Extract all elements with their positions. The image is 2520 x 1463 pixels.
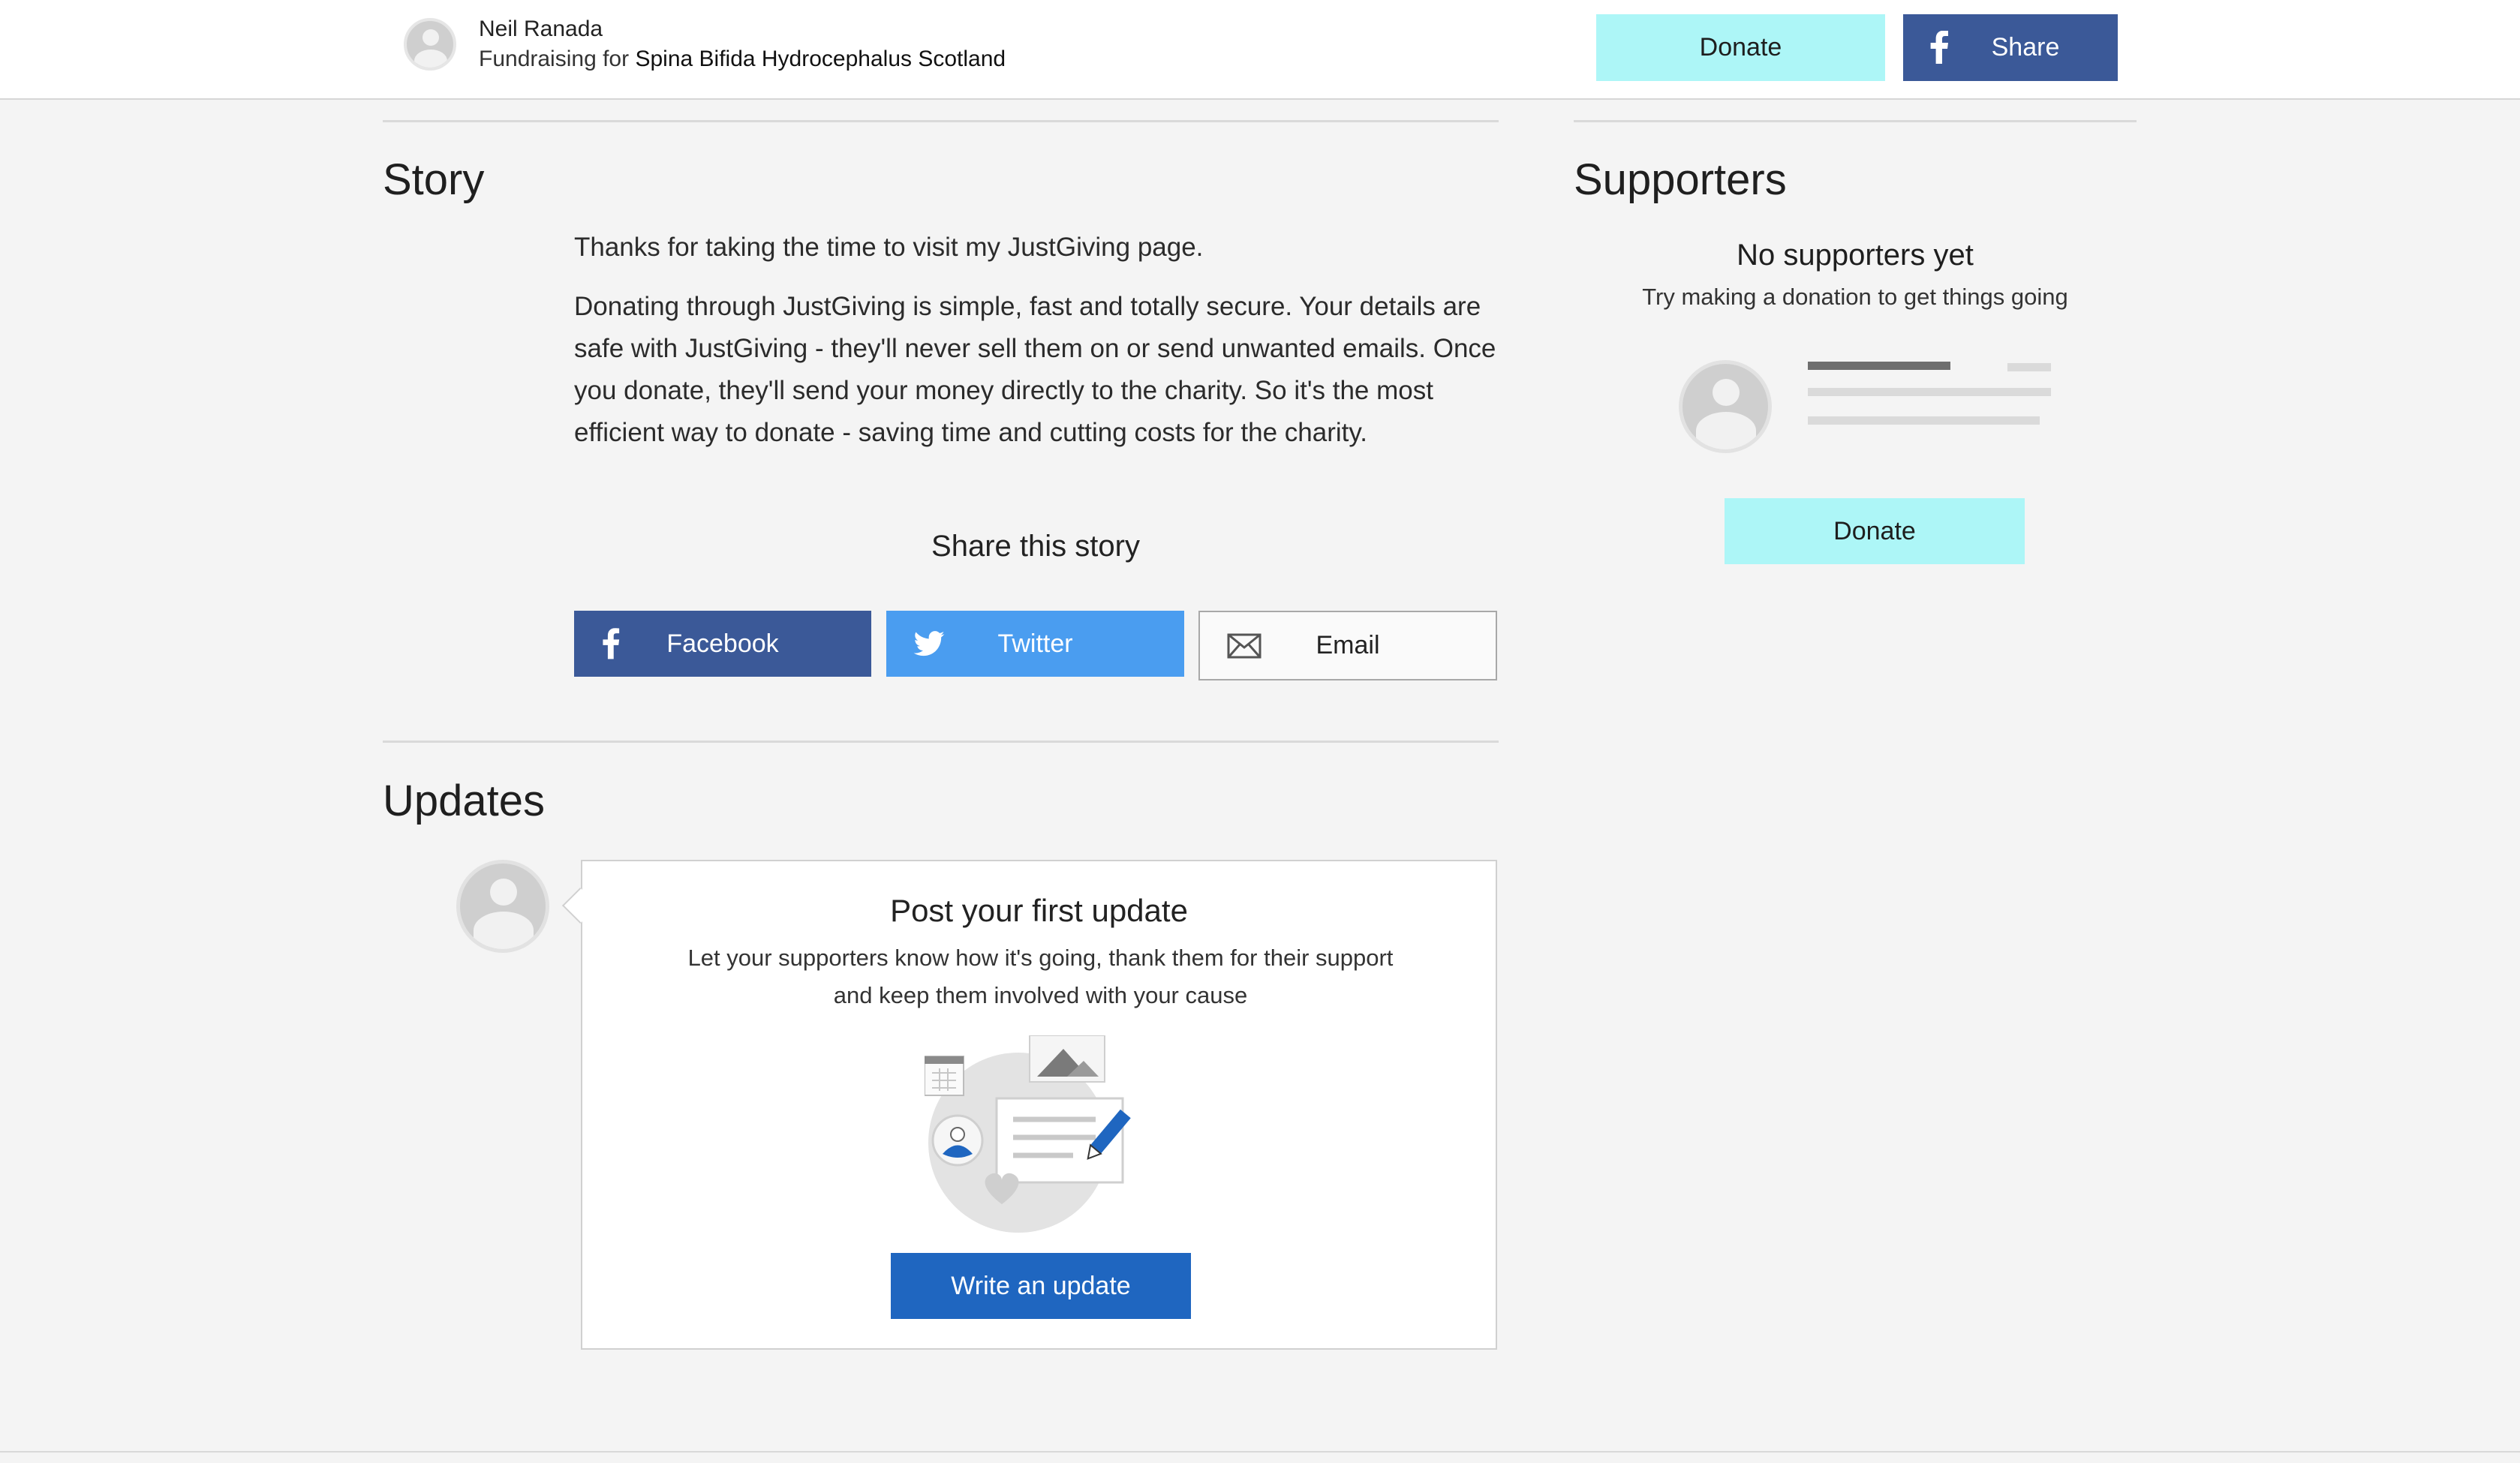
- story-paragraph: Donating through JustGiving is simple, f…: [574, 292, 1496, 447]
- footer-divider: [0, 1451, 2520, 1452]
- placeholder-line: [1808, 416, 2040, 425]
- charity-name[interactable]: Spina Bifida Hydrocephalus Scotland: [635, 47, 1006, 71]
- page-header: Neil Ranada Fundraising for Spina Bifida…: [0, 0, 2520, 100]
- fundraising-for: Fundraising for Spina Bifida Hydrocephal…: [479, 47, 1006, 72]
- email-icon: [1227, 633, 1262, 658]
- first-update-title: Post your first update: [890, 893, 1188, 928]
- fundraising-prefix: Fundraising for: [479, 47, 630, 71]
- owner-avatar-icon: [456, 860, 549, 953]
- first-update-card: Post your first update Let your supporte…: [581, 860, 1497, 1350]
- twitter-icon: [913, 631, 945, 656]
- facebook-share-label: Facebook: [666, 629, 779, 658]
- no-supporters-title: No supporters yet: [1737, 239, 1974, 272]
- owner-name: Neil Ranada: [479, 17, 603, 41]
- update-illustration: [925, 1035, 1131, 1233]
- donate-button-label: Donate: [1699, 33, 1782, 62]
- donate-button-label: Donate: [1833, 516, 1916, 545]
- story-title: Story: [383, 155, 485, 204]
- no-supporters-subtitle: Try making a donation to get things goin…: [1642, 284, 2068, 310]
- story-paragraph: Thanks for taking the time to visit my J…: [574, 233, 1204, 262]
- twitter-share-label: Twitter: [997, 629, 1073, 658]
- updates-title: Updates: [383, 777, 546, 825]
- facebook-icon: [603, 628, 620, 659]
- donate-button[interactable]: Donate: [1596, 14, 1885, 81]
- email-share-button[interactable]: Email: [1198, 611, 1497, 680]
- share-button-label: Share: [1991, 33, 2060, 62]
- first-update-text: Let your supporters know how it's going,…: [687, 945, 1394, 971]
- donate-button[interactable]: Donate: [1725, 498, 2025, 564]
- placeholder-line: [2007, 363, 2051, 371]
- share-button[interactable]: Share: [1903, 14, 2118, 81]
- story-divider: [383, 120, 1499, 122]
- first-update-text: and keep them involved with your cause: [833, 982, 1248, 1008]
- facebook-share-button[interactable]: Facebook: [574, 611, 871, 677]
- email-share-label: Email: [1316, 631, 1380, 659]
- placeholder-avatar-icon: [1679, 360, 1772, 453]
- share-story-title: Share this story: [931, 530, 1140, 563]
- supporters-title: Supporters: [1574, 155, 1787, 204]
- placeholder-line: [1808, 388, 2051, 396]
- write-update-label: Write an update: [951, 1271, 1131, 1300]
- facebook-icon: [1930, 31, 1948, 64]
- twitter-share-button[interactable]: Twitter: [886, 611, 1184, 677]
- placeholder-line: [1808, 362, 1950, 370]
- supporters-divider: [1574, 120, 2137, 122]
- write-update-button[interactable]: Write an update: [891, 1253, 1191, 1319]
- owner-avatar-icon: [404, 18, 456, 71]
- updates-divider: [383, 741, 1499, 743]
